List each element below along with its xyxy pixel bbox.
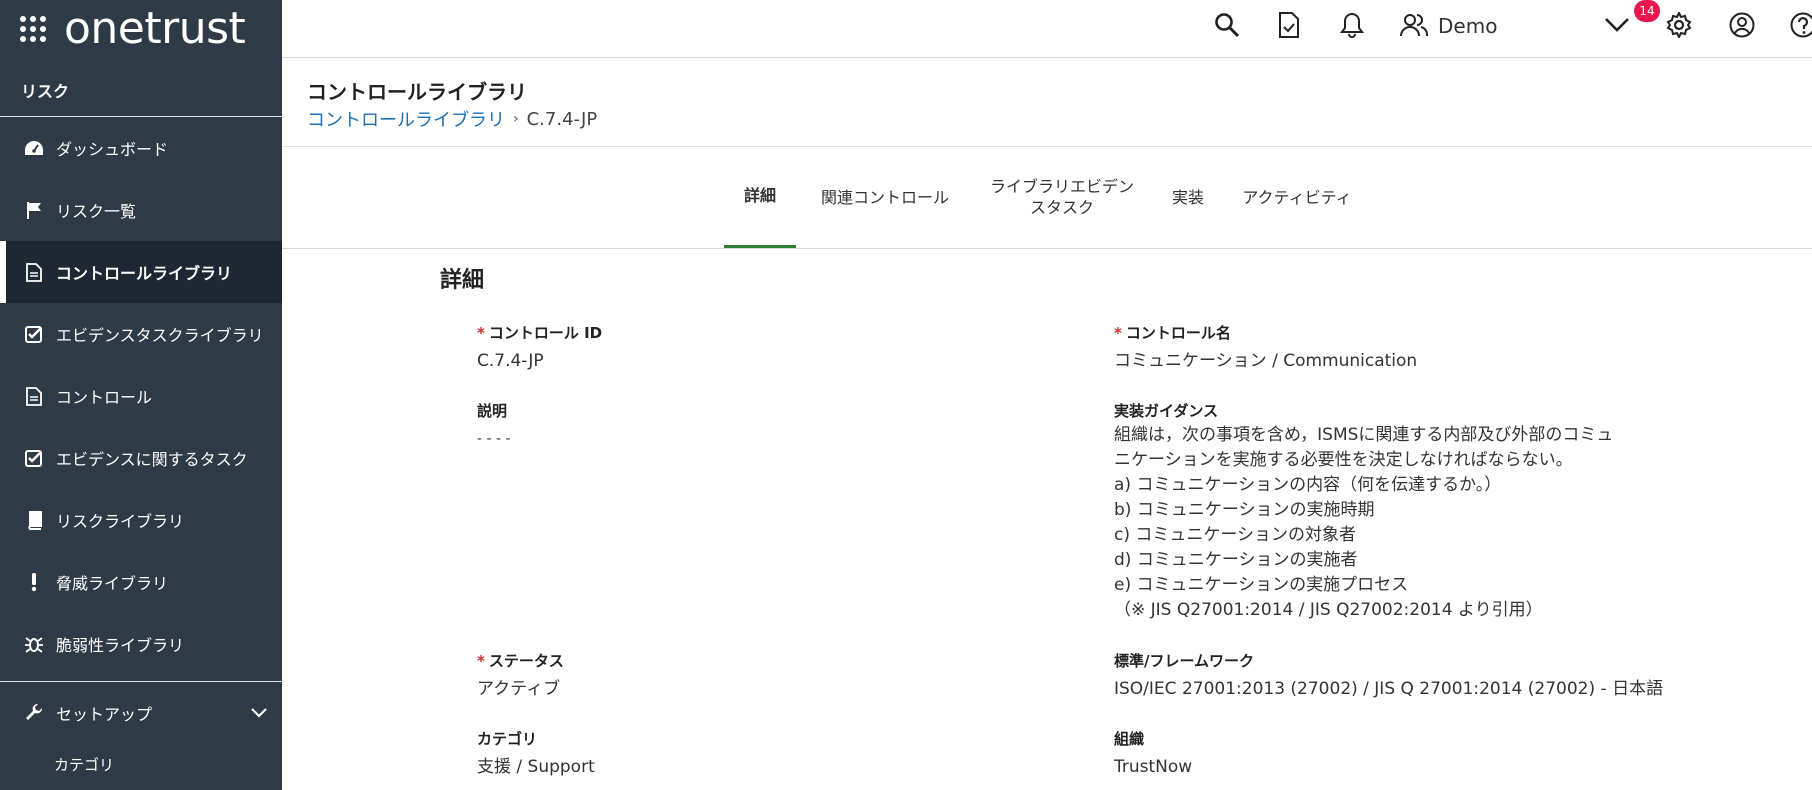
- field-label: 実装ガイダンス: [1114, 402, 1219, 420]
- notification-badge: 14: [1634, 0, 1660, 22]
- tab-related-controls[interactable]: 関連コントロール: [810, 148, 960, 248]
- sidebar-item-risk-list[interactable]: リスク一覧: [0, 179, 282, 241]
- field-value: 組織は，次の事項を含め，ISMSに関連する内部及び外部のコミュ ニケーションを実…: [1114, 425, 1614, 620]
- tab-implementation[interactable]: 実装: [1162, 148, 1214, 248]
- sidebar-item-controls[interactable]: コントロール: [0, 365, 282, 427]
- field-value: - - - -: [477, 431, 511, 447]
- document-icon: [24, 262, 44, 282]
- breadcrumb: コントロールライブラリ › C.7.4-JP: [307, 106, 597, 132]
- sidebar-item-label: エビデンスタスクライブラリ: [56, 326, 264, 345]
- field-label: * コントロール名: [1114, 322, 1417, 343]
- sidebar-item-label: 脅威ライブラリ: [56, 574, 169, 593]
- tab-details[interactable]: 詳細: [724, 148, 796, 248]
- search-icon[interactable]: [1212, 10, 1242, 40]
- breadcrumb-current: C.7.4-JP: [526, 108, 598, 130]
- field-label: 標準/フレームワーク: [1114, 652, 1255, 670]
- field-label: 説明: [477, 402, 508, 420]
- users-icon[interactable]: [1399, 10, 1429, 40]
- book-icon: [24, 510, 44, 530]
- chevron-down-icon[interactable]: [250, 704, 268, 723]
- sidebar-item-control-library[interactable]: コントロールライブラリ: [0, 241, 282, 303]
- field-value: アクティブ: [477, 679, 561, 699]
- required-mark: *: [477, 324, 485, 342]
- sidebar-item-threat-library[interactable]: 脅威ライブラリ: [0, 551, 282, 613]
- checkbox-icon: [24, 324, 44, 344]
- exclamation-icon: [24, 572, 44, 592]
- field-value: C.7.4-JP: [477, 351, 544, 371]
- field-framework: 標準/フレームワーク ISO/IEC 27001:2013 (27002) / …: [1114, 650, 1663, 702]
- sidebar-item-label: セットアップ: [56, 705, 153, 724]
- document-icon: [24, 386, 44, 406]
- tab-library-evidence-tasks[interactable]: ライブラリエビデン スタスク: [982, 148, 1142, 248]
- flag-icon: [24, 200, 44, 220]
- bell-icon[interactable]: [1337, 10, 1367, 40]
- sidebar-item-evidence-tasks[interactable]: エビデンスに関するタスク: [0, 427, 282, 489]
- field-implementation-guidance: 実装ガイダンス 組織は，次の事項を含め，ISMSに関連する内部及び外部のコミュ …: [1114, 400, 1674, 623]
- sidebar-item-label: リスク一覧: [56, 202, 137, 221]
- sidebar-item-label: 脆弱性ライブラリ: [56, 636, 185, 655]
- sidebar-item-setup[interactable]: セットアップ: [0, 682, 282, 744]
- page-header: コントロールライブラリ コントロールライブラリ › C.7.4-JP: [282, 58, 1812, 147]
- gear-icon[interactable]: [1664, 10, 1694, 40]
- required-mark: *: [477, 652, 485, 670]
- field-status: * ステータス アクティブ: [477, 650, 564, 702]
- chevron-down-icon[interactable]: [1602, 10, 1632, 40]
- sidebar-item-dashboard[interactable]: ダッシュボード: [0, 117, 282, 179]
- field-organization: 組織 TrustNow: [1114, 728, 1192, 780]
- top-bar: 14 Demo: [282, 0, 1812, 58]
- sidebar-item-label: ダッシュボード: [56, 140, 169, 159]
- wrench-icon: [24, 703, 44, 723]
- sidebar-item-label: リスクライブラリ: [56, 512, 185, 531]
- help-icon[interactable]: [1788, 10, 1812, 40]
- field-label: * コントロール ID: [477, 322, 602, 343]
- sidebar-item-evidence-task-library[interactable]: エビデンスタスクライブラリ: [0, 303, 282, 365]
- checkbox-icon: [24, 448, 44, 468]
- sidebar-item-vulnerability-library[interactable]: 脆弱性ライブラリ: [0, 613, 282, 675]
- sidebar-item-risk-library[interactable]: リスクライブラリ: [0, 489, 282, 551]
- field-label: カテゴリ: [477, 730, 538, 748]
- field-value: 支援 / Support: [477, 757, 595, 777]
- page-title: コントロールライブラリ: [307, 80, 527, 104]
- sidebar-section-title: リスク: [0, 58, 282, 117]
- field-control-id: * コントロール ID C.7.4-JP: [477, 322, 602, 374]
- sidebar: onetrust リスク ダッシュボード リスク一覧 コントロールライブラリ エ…: [0, 0, 282, 790]
- field-label: 組織: [1114, 730, 1145, 748]
- field-category: カテゴリ 支援 / Support: [477, 728, 595, 780]
- dashboard-icon: [24, 138, 44, 158]
- tab-activity[interactable]: アクティビティ: [1232, 148, 1362, 248]
- bug-icon: [24, 634, 44, 654]
- document-check-icon[interactable]: [1274, 10, 1304, 40]
- sidebar-item-label: コントロールライブラリ: [56, 264, 233, 283]
- breadcrumb-link[interactable]: コントロールライブラリ: [307, 106, 505, 132]
- field-label-text: コントロール ID: [488, 324, 603, 342]
- onetrust-logo[interactable]: onetrust: [64, 7, 246, 51]
- field-label-text: ステータス: [488, 652, 564, 670]
- field-value: コミュニケーション / Communication: [1114, 351, 1418, 371]
- tab-bar: 詳細 関連コントロール ライブラリエビデン スタスク 実装 アクティビティ: [282, 148, 1812, 249]
- section-title: 詳細: [440, 268, 485, 293]
- sidebar-item-label: エビデンスに関するタスク: [56, 450, 248, 469]
- field-value: ISO/IEC 27001:2013 (27002) / JIS Q 27001…: [1114, 679, 1664, 699]
- field-label-text: コントロール名: [1125, 324, 1231, 342]
- field-value: TrustNow: [1114, 757, 1193, 777]
- app-launcher-icon[interactable]: [20, 16, 46, 42]
- sidebar-subitem-category[interactable]: カテゴリ: [0, 744, 282, 784]
- user-name[interactable]: Demo: [1438, 14, 1497, 38]
- required-mark: *: [1114, 324, 1122, 342]
- account-icon[interactable]: [1727, 10, 1757, 40]
- breadcrumb-separator: ›: [513, 111, 519, 127]
- field-description: 説明 - - - -: [477, 400, 511, 452]
- sidebar-header: onetrust: [0, 0, 282, 58]
- field-control-name: * コントロール名 コミュニケーション / Communication: [1114, 322, 1417, 374]
- field-label: * ステータス: [477, 650, 564, 671]
- sidebar-item-label: コントロール: [56, 388, 153, 407]
